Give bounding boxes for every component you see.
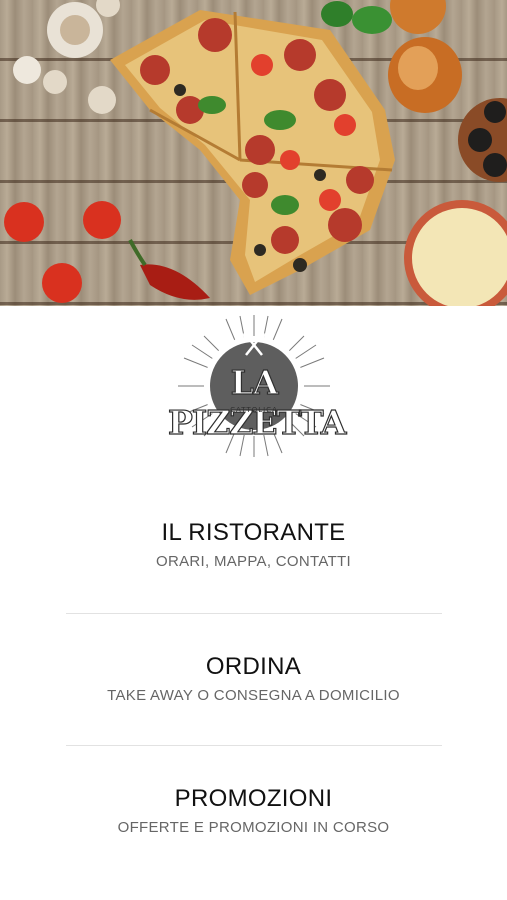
menu-item-subtitle: TAKE AWAY O CONSEGNA A DOMICILIO: [107, 687, 400, 704]
menu-item-title: IL RISTORANTE: [161, 519, 346, 546]
menu-item-ordina[interactable]: ORDINA TAKE AWAY O CONSEGNA A DOMICILIO: [0, 653, 507, 705]
menu-item-subtitle: ORARI, MAPPA, CONTATTI: [156, 553, 351, 570]
logo-location-text: CATTOLICA: [230, 406, 278, 414]
menu-item-promozioni[interactable]: PROMOZIONI OFFERTE E PROMOZIONI IN CORSO: [0, 785, 507, 837]
hero-pizza-image: [0, 0, 507, 306]
menu-item-title: PROMOZIONI: [174, 785, 333, 812]
pizza-table-illustration: [4, 0, 507, 306]
menu-item-il-ristorante[interactable]: IL RISTORANTE ORARI, MAPPA, CONTATTI: [0, 519, 507, 571]
restaurant-logo: LA PIZZETTA CATTOLICA: [167, 313, 347, 459]
menu-item-title: ORDINA: [205, 653, 302, 680]
menu-divider: [66, 613, 442, 614]
menu-item-subtitle: OFFERTE E PROMOZIONI IN CORSO: [117, 819, 390, 836]
logo-name-text: LA PIZZETTA: [167, 362, 347, 442]
menu-divider: [66, 745, 442, 746]
